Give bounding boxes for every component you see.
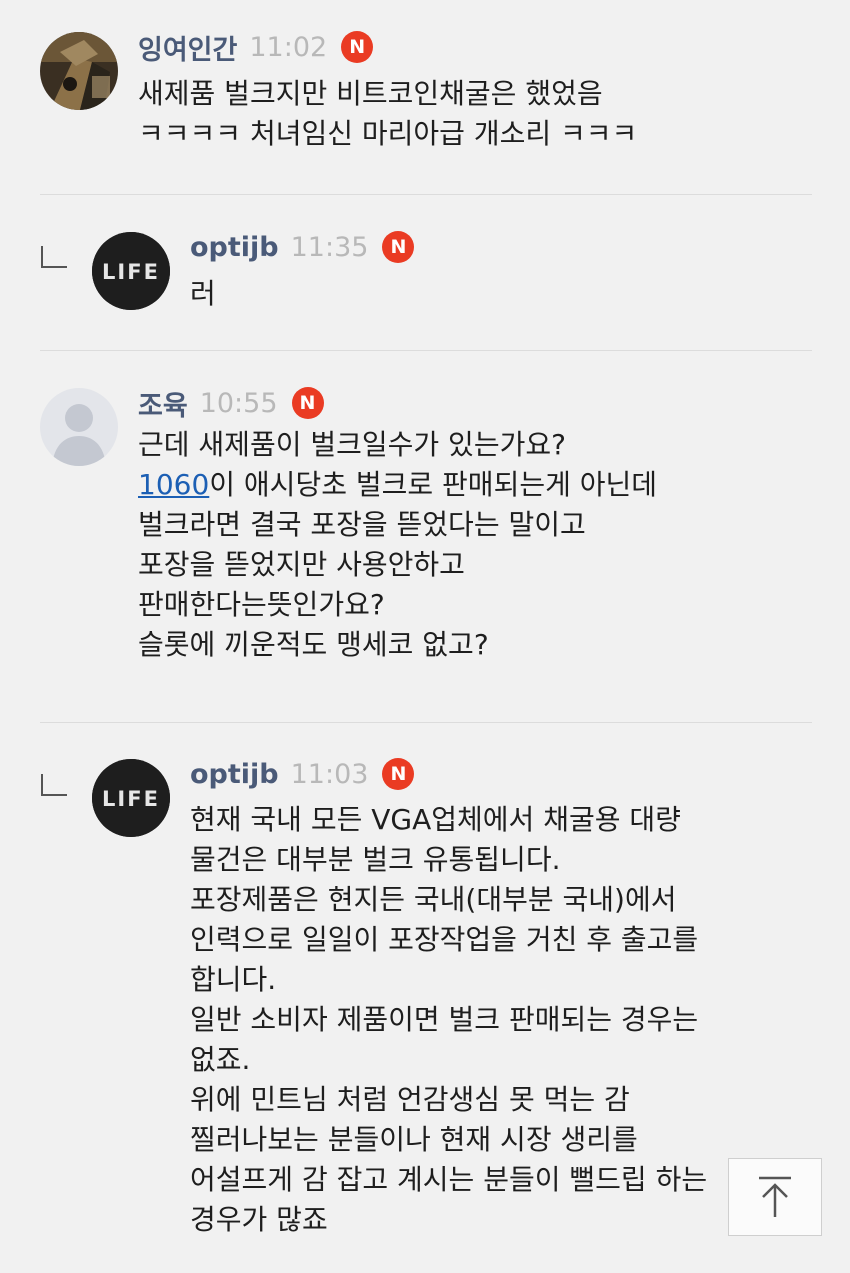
comment-line: 슬롯에 끼운적도 맹세코 없고?	[138, 628, 489, 661]
comment-header: 잉여인간 11:02 N	[138, 28, 374, 67]
comment-line: 인력으로 일일이 포장작업을 거친 후 출고를	[190, 923, 699, 956]
avatar[interactable]	[40, 388, 118, 466]
new-badge: N	[341, 31, 374, 63]
timestamp: 11:02	[249, 31, 328, 63]
comment-line: 경우가 많죠	[190, 1203, 328, 1236]
divider	[40, 722, 812, 723]
comment-line: 포장을 뜯었지만 사용안하고	[138, 548, 465, 581]
comment-line: 물건은 대부분 벌크 유통됩니다.	[190, 843, 561, 876]
comment-line: 러	[190, 277, 216, 310]
avatar[interactable]	[40, 32, 118, 110]
avatar[interactable]: LIFE	[92, 759, 170, 837]
photo-avatar-icon	[40, 32, 118, 110]
comment-line: 없죠.	[190, 1043, 251, 1076]
svg-text:LIFE: LIFE	[102, 787, 160, 811]
reply-arrow-icon	[41, 246, 67, 268]
comment-text: 러	[190, 274, 216, 314]
comment-line-rest: 이 애시당초 벌크로 판매되는게 아닌데	[209, 468, 658, 501]
new-badge: N	[382, 231, 415, 263]
comment-line: 위에 민트님 처럼 언감생심 못 먹는 감	[190, 1083, 630, 1116]
username[interactable]: optijb	[190, 232, 279, 263]
comment-header: optijb 11:03 N	[190, 756, 415, 792]
divider	[40, 194, 812, 195]
arrow-up-to-top-icon	[759, 1176, 791, 1217]
timestamp: 11:03	[290, 758, 369, 790]
life-logo-icon: LIFE	[92, 232, 170, 310]
comment-line: 새제품 벌크지만 비트코인채굴은 했었음	[138, 77, 603, 110]
gpu-link[interactable]: 1060	[138, 468, 209, 501]
default-user-icon	[40, 388, 118, 466]
comment-line: 일반 소비자 제품이면 벌크 판매되는 경우는	[190, 1003, 699, 1036]
comment-line: 1060이 애시당초 벌크로 판매되는게 아닌데	[138, 465, 657, 505]
comment-line: 벌크라면 결국 포장을 뜯었다는 말이고	[138, 508, 586, 541]
comment-line: 합니다.	[190, 963, 277, 996]
comment-line: 판매한다는뜻인가요?	[138, 588, 385, 621]
username[interactable]: 잉여인간	[138, 28, 237, 67]
scroll-to-top-button[interactable]	[728, 1158, 822, 1236]
comment-text: 새제품 벌크지만 비트코인채굴은 했었음 ㅋㅋㅋㅋ 처녀임신 마리아급 개소리 …	[138, 74, 637, 154]
divider	[40, 350, 812, 351]
comment-line: 찔러나보는 분들이나 현재 시장 생리를	[190, 1123, 638, 1156]
comment-line: 포장제품은 현지든 국내(대부분 국내)에서	[190, 883, 677, 916]
comment-line: 어설프게 감 잡고 계시는 분들이 뻘드립 하는	[190, 1163, 708, 1196]
username[interactable]: optijb	[190, 759, 279, 790]
avatar[interactable]: LIFE	[92, 232, 170, 310]
comment-text: 현재 국내 모든 VGA업체에서 채굴용 대량 물건은 대부분 벌크 유통됩니다…	[190, 800, 707, 1240]
comment-header: optijb 11:35 N	[190, 229, 415, 265]
timestamp: 10:55	[199, 387, 278, 419]
timestamp: 11:35	[290, 231, 369, 263]
comment-line: 근데 새제품이 벌크일수가 있는가요?	[138, 428, 566, 461]
reply-arrow-icon	[41, 774, 67, 796]
comment-line: 현재 국내 모든 VGA업체에서 채굴용 대량	[190, 803, 681, 836]
username[interactable]: 조육	[138, 384, 188, 423]
svg-text:LIFE: LIFE	[102, 260, 160, 284]
comment-text: 근데 새제품이 벌크일수가 있는가요? 1060이 애시당초 벌크로 판매되는게…	[138, 425, 657, 665]
new-badge: N	[382, 758, 415, 790]
new-badge: N	[291, 387, 324, 419]
life-logo-icon: LIFE	[92, 759, 170, 837]
comment-line: ㅋㅋㅋㅋ 처녀임신 마리아급 개소리 ㅋㅋㅋ	[138, 117, 638, 150]
comment-header: 조육 10:55 N	[138, 384, 324, 423]
